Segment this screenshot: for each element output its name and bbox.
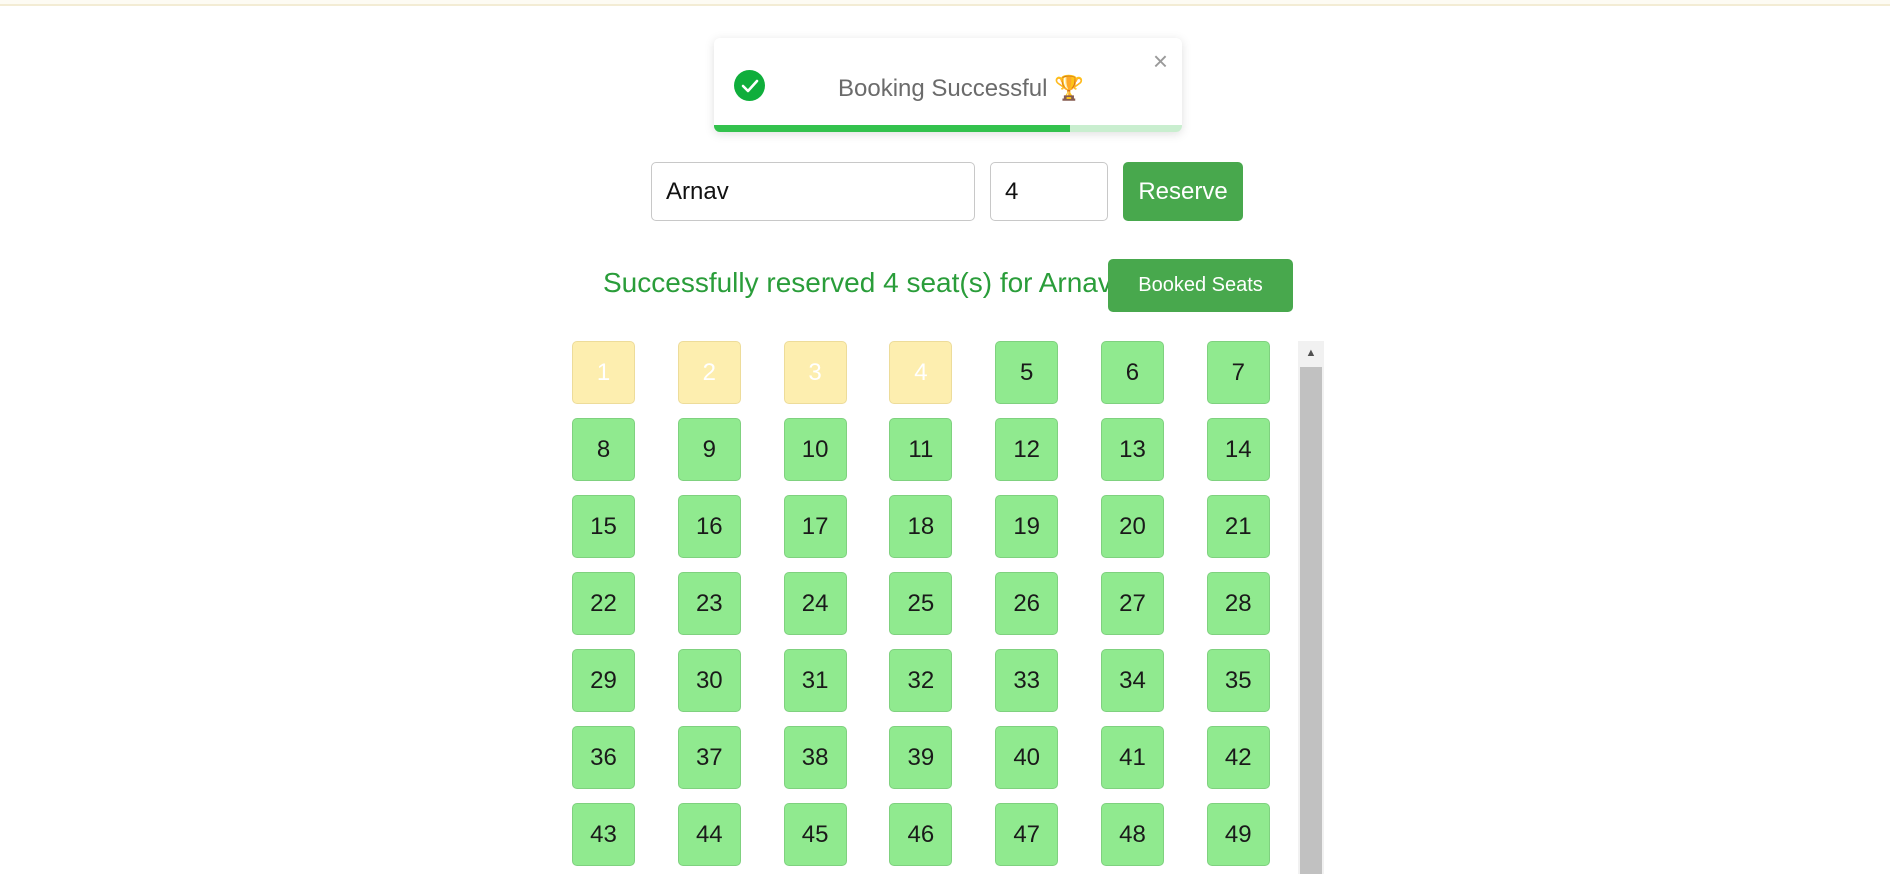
- toast-progress-bar: [714, 125, 1070, 132]
- booked-seats-button[interactable]: Booked Seats: [1108, 259, 1293, 312]
- reservation-status-message: Successfully reserved 4 seat(s) for Arna…: [603, 267, 1112, 298]
- seat-available[interactable]: 28: [1206, 572, 1270, 635]
- seat-available[interactable]: 6: [1100, 341, 1164, 404]
- seat-scrollbar[interactable]: ▲: [1298, 341, 1324, 874]
- seat-count-input[interactable]: [990, 162, 1108, 221]
- seat-available[interactable]: 19: [995, 495, 1059, 558]
- seat-available[interactable]: 29: [572, 649, 635, 712]
- seat-available[interactable]: 24: [783, 572, 847, 635]
- seat-available[interactable]: 42: [1206, 726, 1270, 789]
- seat-available[interactable]: 18: [889, 495, 953, 558]
- seat-available[interactable]: 16: [677, 495, 741, 558]
- seat-available[interactable]: 25: [889, 572, 953, 635]
- seat-available[interactable]: 14: [1206, 418, 1270, 481]
- seat-available[interactable]: 10: [783, 418, 847, 481]
- seat-available[interactable]: 27: [1100, 572, 1164, 635]
- seat-available[interactable]: 13: [1100, 418, 1164, 481]
- seat-available[interactable]: 26: [995, 572, 1059, 635]
- toast-message: Booking Successful 🏆: [838, 75, 1084, 102]
- seat-booked[interactable]: 3: [783, 341, 847, 404]
- seat-available[interactable]: 20: [1100, 495, 1164, 558]
- seat-available[interactable]: 31: [783, 649, 847, 712]
- seat-available[interactable]: 9: [677, 418, 741, 481]
- scrollbar-thumb[interactable]: [1300, 367, 1322, 874]
- seat-available[interactable]: 35: [1206, 649, 1270, 712]
- toast-progress-track: [714, 125, 1182, 132]
- seat-booked[interactable]: 2: [677, 341, 741, 404]
- seat-available[interactable]: 23: [677, 572, 741, 635]
- seat-available[interactable]: 30: [677, 649, 741, 712]
- seat-booked[interactable]: 4: [889, 341, 953, 404]
- name-input[interactable]: [651, 162, 975, 221]
- seat-available[interactable]: 11: [889, 418, 953, 481]
- seat-available[interactable]: 8: [572, 418, 635, 481]
- check-circle-icon: [734, 70, 765, 101]
- seat-available[interactable]: 33: [995, 649, 1059, 712]
- seat-available[interactable]: 48: [1100, 803, 1164, 866]
- seat-available[interactable]: 40: [995, 726, 1059, 789]
- seat-booked[interactable]: 1: [572, 341, 635, 404]
- seat-available[interactable]: 7: [1206, 341, 1270, 404]
- seat-available[interactable]: 49: [1206, 803, 1270, 866]
- reserve-button[interactable]: Reserve: [1123, 162, 1243, 221]
- seat-available[interactable]: 17: [783, 495, 847, 558]
- seat-available[interactable]: 41: [1100, 726, 1164, 789]
- seat-available[interactable]: 37: [677, 726, 741, 789]
- seat-available[interactable]: 34: [1100, 649, 1164, 712]
- seat-available[interactable]: 15: [572, 495, 635, 558]
- seat-available[interactable]: 38: [783, 726, 847, 789]
- seat-grid: 1 2 3 4 5 6 7 8 9 10 11 12 13 14 15 16 17 18 19 20 21 22 23 24 2…: [572, 341, 1272, 866]
- seat-available[interactable]: 46: [889, 803, 953, 866]
- close-icon[interactable]: ×: [1153, 48, 1168, 74]
- seat-available[interactable]: 36: [572, 726, 635, 789]
- seat-available[interactable]: 44: [677, 803, 741, 866]
- seat-available[interactable]: 32: [889, 649, 953, 712]
- seat-available[interactable]: 21: [1206, 495, 1270, 558]
- seat-available[interactable]: 5: [995, 341, 1059, 404]
- seat-available[interactable]: 45: [783, 803, 847, 866]
- seat-available[interactable]: 47: [995, 803, 1059, 866]
- booking-toast: Booking Successful 🏆 ×: [714, 38, 1182, 132]
- seat-available[interactable]: 39: [889, 726, 953, 789]
- scroll-up-arrow-icon[interactable]: ▲: [1298, 341, 1324, 365]
- seat-available[interactable]: 12: [995, 418, 1059, 481]
- top-border-strip: [0, 0, 1890, 6]
- seat-available[interactable]: 43: [572, 803, 635, 866]
- seat-available[interactable]: 22: [572, 572, 635, 635]
